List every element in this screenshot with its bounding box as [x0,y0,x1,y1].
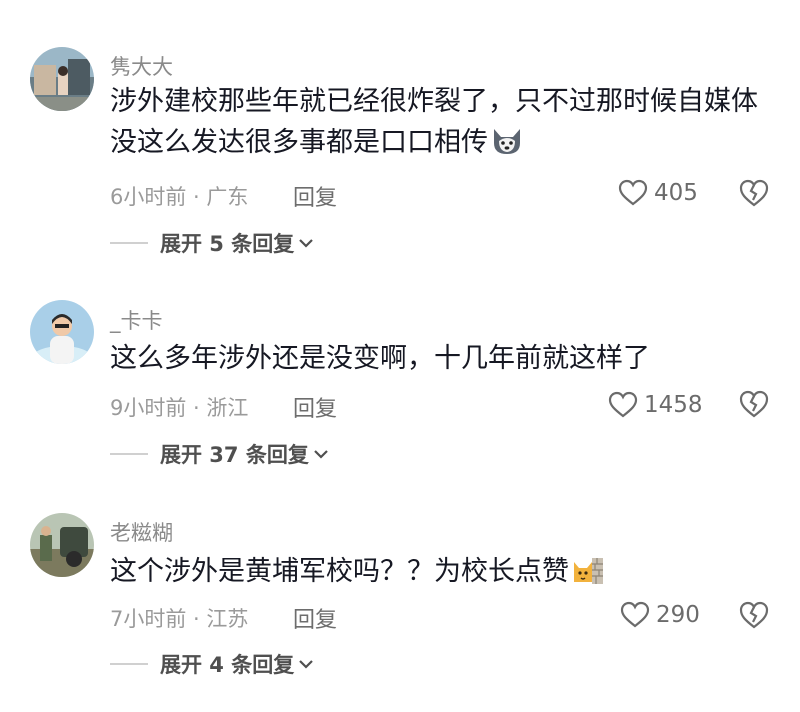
avatar[interactable] [30,47,94,111]
reply-button[interactable]: 回复 [293,602,337,634]
like-button[interactable]: 290 [620,599,700,631]
comment-text-content: 这么多年涉外还是没变啊，十几年前就这样了 [110,343,650,374]
dislike-button[interactable] [738,389,770,419]
expand-replies-label: 展开 4 条回复 [160,653,295,677]
chevron-down-icon [294,234,314,253]
comment-text: 这么多年涉外还是没变啊，十几年前就这样了 [110,338,770,379]
divider-line [110,242,148,244]
dislike-button[interactable] [738,178,770,208]
avatar[interactable] [30,513,94,577]
expand-replies-label: 展开 5 条回复 [160,232,295,256]
like-count: 290 [656,602,700,628]
heart-icon [620,601,650,629]
comment-text: 涉外建校那些年就已经很炸裂了，只不过那时候自媒体没这么发达很多事都是口口相传 [110,81,770,163]
comment-text: 这个涉外是黄埔军校吗？？为校长点赞 [110,551,770,592]
comment-meta: 6小时前 · 广东 [110,185,249,209]
comment-text-content: 这个涉外是黄埔军校吗？？为校长点赞 [110,556,569,587]
avatar[interactable] [30,300,94,364]
expand-replies-button[interactable]: 展开 5 条回复 [110,228,314,258]
like-count: 405 [654,180,698,206]
expand-replies-button[interactable]: 展开 4 条回复 [110,649,314,679]
comment-text-content: 涉外建校那些年就已经很炸裂了，只不过那时候自媒体没这么发达很多事都是口口相传 [110,86,758,158]
chevron-down-icon [294,655,314,674]
broken-heart-icon [738,178,770,208]
like-count: 1458 [644,392,703,418]
reply-button[interactable]: 回复 [293,180,337,212]
divider-line [110,663,148,665]
username[interactable]: 老糍糊 [110,517,173,547]
heart-icon [608,391,638,419]
reply-button[interactable]: 回复 [293,391,337,423]
husky-dog-emoji [490,125,524,157]
expand-replies-label: 展开 37 条回复 [160,443,309,467]
comment-meta: 9小时前 · 浙江 [110,396,249,420]
chevron-down-icon [309,445,329,464]
comment-meta: 7小时前 · 江苏 [110,607,249,631]
broken-heart-icon [738,389,770,419]
like-button[interactable]: 405 [618,177,698,209]
expand-replies-button[interactable]: 展开 37 条回复 [110,439,329,469]
divider-line [110,453,148,455]
broken-heart-icon [738,600,770,630]
dislike-button[interactable] [738,600,770,630]
username[interactable]: 隽大大 [110,51,173,81]
username[interactable]: _卡卡 [110,305,163,335]
like-button[interactable]: 1458 [608,389,703,421]
heart-icon [618,179,648,207]
cat-behind-wall-emoji [571,554,605,586]
